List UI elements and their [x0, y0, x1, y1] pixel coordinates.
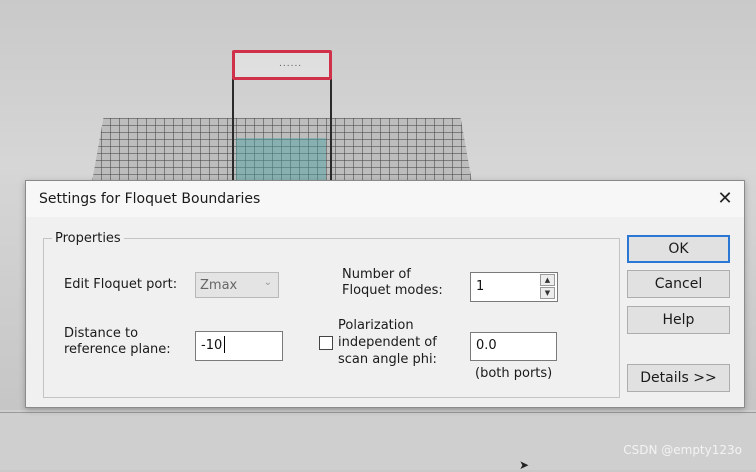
polarization-label-line1: Polarization [338, 318, 414, 333]
dialog-title: Settings for Floquet Boundaries [39, 191, 261, 207]
distance-input-value: -10 [201, 338, 223, 353]
spin-up-icon[interactable]: ▲ [540, 274, 555, 286]
polarization-input-value: 0.0 [476, 338, 497, 353]
close-icon[interactable]: ✕ [712, 187, 738, 211]
polarization-label-line2: independent of [338, 335, 437, 350]
waveguide-column [232, 75, 332, 185]
modes-spinner: ▲ ▼ [540, 274, 555, 300]
both-ports-note: (both ports) [475, 366, 553, 381]
polarization-input[interactable]: 0.0 [470, 332, 557, 361]
spin-down-icon[interactable]: ▼ [540, 287, 555, 299]
distance-input[interactable]: -10 [195, 331, 283, 361]
port-marker: ...... [279, 59, 303, 69]
edit-port-select: Zmax ⌄ [195, 272, 279, 298]
divider [0, 412, 756, 413]
edit-port-select-value: Zmax [200, 278, 238, 293]
title-bar[interactable]: Settings for Floquet Boundaries ✕ [26, 181, 744, 217]
cancel-button[interactable]: Cancel [627, 270, 730, 298]
properties-group-label: Properties [52, 231, 124, 246]
details-button[interactable]: Details >> [627, 364, 730, 392]
text-caret [224, 336, 225, 353]
edit-port-label: Edit Floquet port: [64, 277, 178, 292]
polarization-label-line3: scan angle phi: [338, 352, 437, 367]
modes-label-line1: Number of [342, 267, 411, 282]
distance-label-line1: Distance to [64, 326, 139, 341]
distance-label-line2: reference plane: [64, 342, 171, 357]
chevron-down-icon: ⌄ [263, 277, 272, 288]
status-area [0, 410, 756, 470]
modes-input-value: 1 [476, 279, 485, 294]
floquet-port-highlight[interactable]: ...... [232, 50, 332, 80]
watermark: CSDN @empty123o [623, 443, 742, 457]
polarization-checkbox[interactable] [319, 336, 333, 350]
help-button[interactable]: Help [627, 306, 730, 334]
modes-label-line2: Floquet modes: [342, 283, 443, 298]
floquet-settings-dialog: Settings for Floquet Boundaries ✕ Proper… [25, 180, 745, 408]
ok-button[interactable]: OK [627, 235, 730, 263]
